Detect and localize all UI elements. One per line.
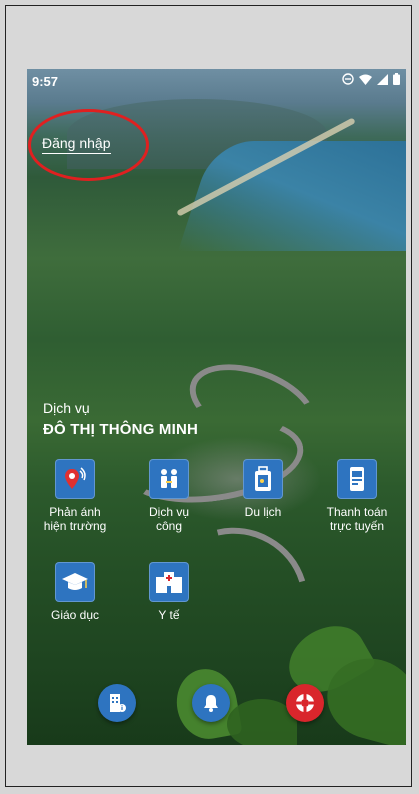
wifi-icon <box>359 74 372 85</box>
building-info-icon <box>110 694 126 712</box>
app-screen: 9:57 Đăng nhập Dịch vụ ĐÔ THỊ THÔNG MINH… <box>27 69 406 745</box>
service-tile-tourism[interactable]: Du lịch <box>225 459 301 519</box>
service-label: công <box>155 519 183 533</box>
service-label: Dịch vụ <box>148 505 189 519</box>
battery-icon <box>393 73 400 85</box>
graduation-cap-icon <box>55 562 95 602</box>
service-label: trực tuyến <box>329 519 385 533</box>
service-label: Giáo dục <box>50 608 100 622</box>
status-bar: 9:57 <box>27 69 406 93</box>
service-tile-online-payment[interactable]: Thanh toán trực tuyến <box>319 459 395 533</box>
notification-button[interactable] <box>192 684 230 722</box>
service-label: Phản ánh <box>49 505 101 519</box>
service-label: Du lịch <box>244 505 282 519</box>
service-tile-education[interactable]: Giáo dục <box>37 562 113 622</box>
signal-icon <box>377 73 388 85</box>
location-pin-icon <box>55 459 95 499</box>
public-service-icon <box>149 459 189 499</box>
lifebuoy-icon <box>296 694 314 712</box>
hospital-icon <box>149 562 189 602</box>
service-label: Thanh toán <box>326 505 388 519</box>
service-label: hiện trường <box>43 519 107 533</box>
luggage-icon <box>243 459 283 499</box>
login-link[interactable]: Đăng nhập <box>42 135 111 154</box>
service-label: Y tế <box>158 608 180 622</box>
bell-icon <box>204 695 218 712</box>
payment-icon <box>337 459 377 499</box>
service-tile-public-service[interactable]: Dịch vụ công <box>131 459 207 533</box>
do-not-disturb-icon <box>342 73 354 85</box>
building-info-button[interactable] <box>98 684 136 722</box>
app-title: ĐÔ THỊ THÔNG MINH <box>43 421 199 438</box>
emergency-button[interactable] <box>286 684 324 722</box>
status-time: 9:57 <box>32 74 59 89</box>
service-tile-report[interactable]: Phản ánh hiện trường <box>37 459 113 533</box>
service-tile-health[interactable]: Y tế <box>131 562 207 622</box>
status-icons <box>342 73 400 85</box>
service-subtitle: Dịch vụ <box>43 400 90 416</box>
